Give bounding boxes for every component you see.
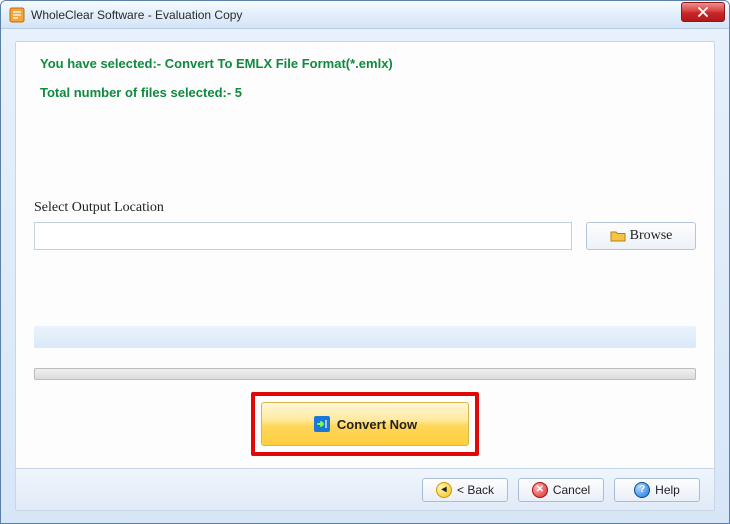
convert-area: Convert Now bbox=[34, 392, 696, 456]
convert-highlight: Convert Now bbox=[251, 392, 479, 456]
convert-now-button[interactable]: Convert Now bbox=[261, 402, 469, 446]
output-row: Browse bbox=[34, 222, 696, 250]
app-icon bbox=[9, 7, 25, 23]
cancel-label: Cancel bbox=[553, 483, 590, 497]
back-label: < Back bbox=[457, 483, 494, 497]
footer-bar: ◂ < Back ✕ Cancel ? Help bbox=[16, 468, 714, 510]
close-icon bbox=[698, 7, 708, 17]
folder-icon bbox=[610, 229, 626, 243]
progress-bar bbox=[34, 368, 696, 380]
status-strip bbox=[34, 326, 696, 348]
content-area: You have selected:- Convert To EMLX File… bbox=[1, 29, 729, 523]
back-button[interactable]: ◂ < Back bbox=[422, 478, 508, 502]
title-bar: WholeClear Software - Evaluation Copy bbox=[1, 1, 729, 29]
back-icon: ◂ bbox=[436, 482, 452, 498]
main-panel: You have selected:- Convert To EMLX File… bbox=[15, 41, 715, 511]
output-location-label: Select Output Location bbox=[34, 200, 696, 216]
window-title: WholeClear Software - Evaluation Copy bbox=[31, 8, 681, 22]
selected-format-label: You have selected:- Convert To EMLX File… bbox=[40, 56, 696, 71]
convert-label: Convert Now bbox=[337, 417, 417, 432]
close-button[interactable] bbox=[681, 2, 725, 22]
cancel-button[interactable]: ✕ Cancel bbox=[518, 478, 604, 502]
help-icon: ? bbox=[634, 482, 650, 498]
cancel-icon: ✕ bbox=[532, 482, 548, 498]
browse-button[interactable]: Browse bbox=[586, 222, 696, 250]
output-path-input[interactable] bbox=[34, 222, 572, 250]
help-label: Help bbox=[655, 483, 680, 497]
file-count-label: Total number of files selected:- 5 bbox=[40, 85, 696, 100]
browse-label: Browse bbox=[630, 228, 673, 244]
convert-icon bbox=[313, 415, 331, 433]
help-button[interactable]: ? Help bbox=[614, 478, 700, 502]
app-window: WholeClear Software - Evaluation Copy Yo… bbox=[0, 0, 730, 524]
